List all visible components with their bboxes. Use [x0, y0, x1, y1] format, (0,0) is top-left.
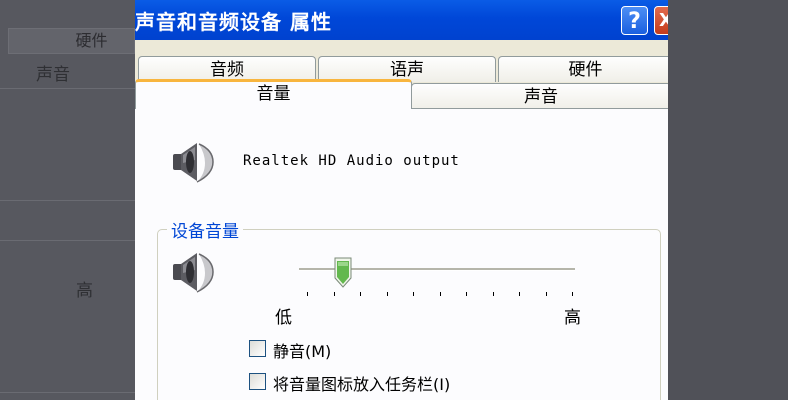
- slider-tick: [360, 292, 361, 296]
- tray-icon-checkbox[interactable]: [249, 373, 266, 390]
- tab-volume[interactable]: 音量: [135, 79, 412, 109]
- mute-checkbox[interactable]: [249, 340, 266, 357]
- slider-tick: [493, 292, 494, 296]
- window-title: 声音和音频设备 属性: [135, 10, 332, 34]
- sound-properties-dialog: 声音和音频设备 属性 ? X 音频 语声 硬件 声音 音量 Realtek HD…: [135, 0, 668, 400]
- device-volume-title: 设备音量: [167, 217, 243, 242]
- slider-tick: [572, 292, 573, 296]
- device-name: Realtek HD Audio output: [243, 153, 460, 169]
- desktop-background: [668, 0, 788, 400]
- slider-tick: [466, 292, 467, 296]
- close-button[interactable]: X: [654, 6, 668, 35]
- mute-label[interactable]: 静音(M): [273, 338, 331, 362]
- slider-tick: [387, 292, 388, 296]
- title-bar[interactable]: 声音和音频设备 属性 ? X: [135, 0, 668, 40]
- tab-sounds[interactable]: 声音: [411, 83, 668, 109]
- volume-high-label: 高: [564, 308, 581, 328]
- help-icon: ?: [628, 9, 641, 34]
- slider-tick: [413, 292, 414, 296]
- background-label-sound: 声音: [36, 65, 70, 85]
- slider-tick: [307, 292, 308, 296]
- tray-icon-label[interactable]: 将音量图标放入任务栏(I): [273, 371, 450, 395]
- volume-slider-thumb[interactable]: [334, 257, 352, 288]
- help-button[interactable]: ?: [621, 6, 648, 35]
- speaker-icon: [169, 250, 219, 304]
- slider-tick: [334, 292, 335, 296]
- slider-tick: [440, 292, 441, 296]
- close-icon: X: [659, 10, 668, 31]
- background-window: 硬件 声音 高: [0, 0, 135, 400]
- slider-tick: [519, 292, 520, 296]
- volume-low-label: 低: [275, 308, 292, 328]
- background-tab-hardware: 硬件: [8, 28, 135, 54]
- tab-hardware[interactable]: 硬件: [498, 56, 668, 82]
- speaker-icon: [169, 140, 219, 194]
- background-label-high: 高: [76, 281, 93, 301]
- slider-tick: [546, 292, 547, 296]
